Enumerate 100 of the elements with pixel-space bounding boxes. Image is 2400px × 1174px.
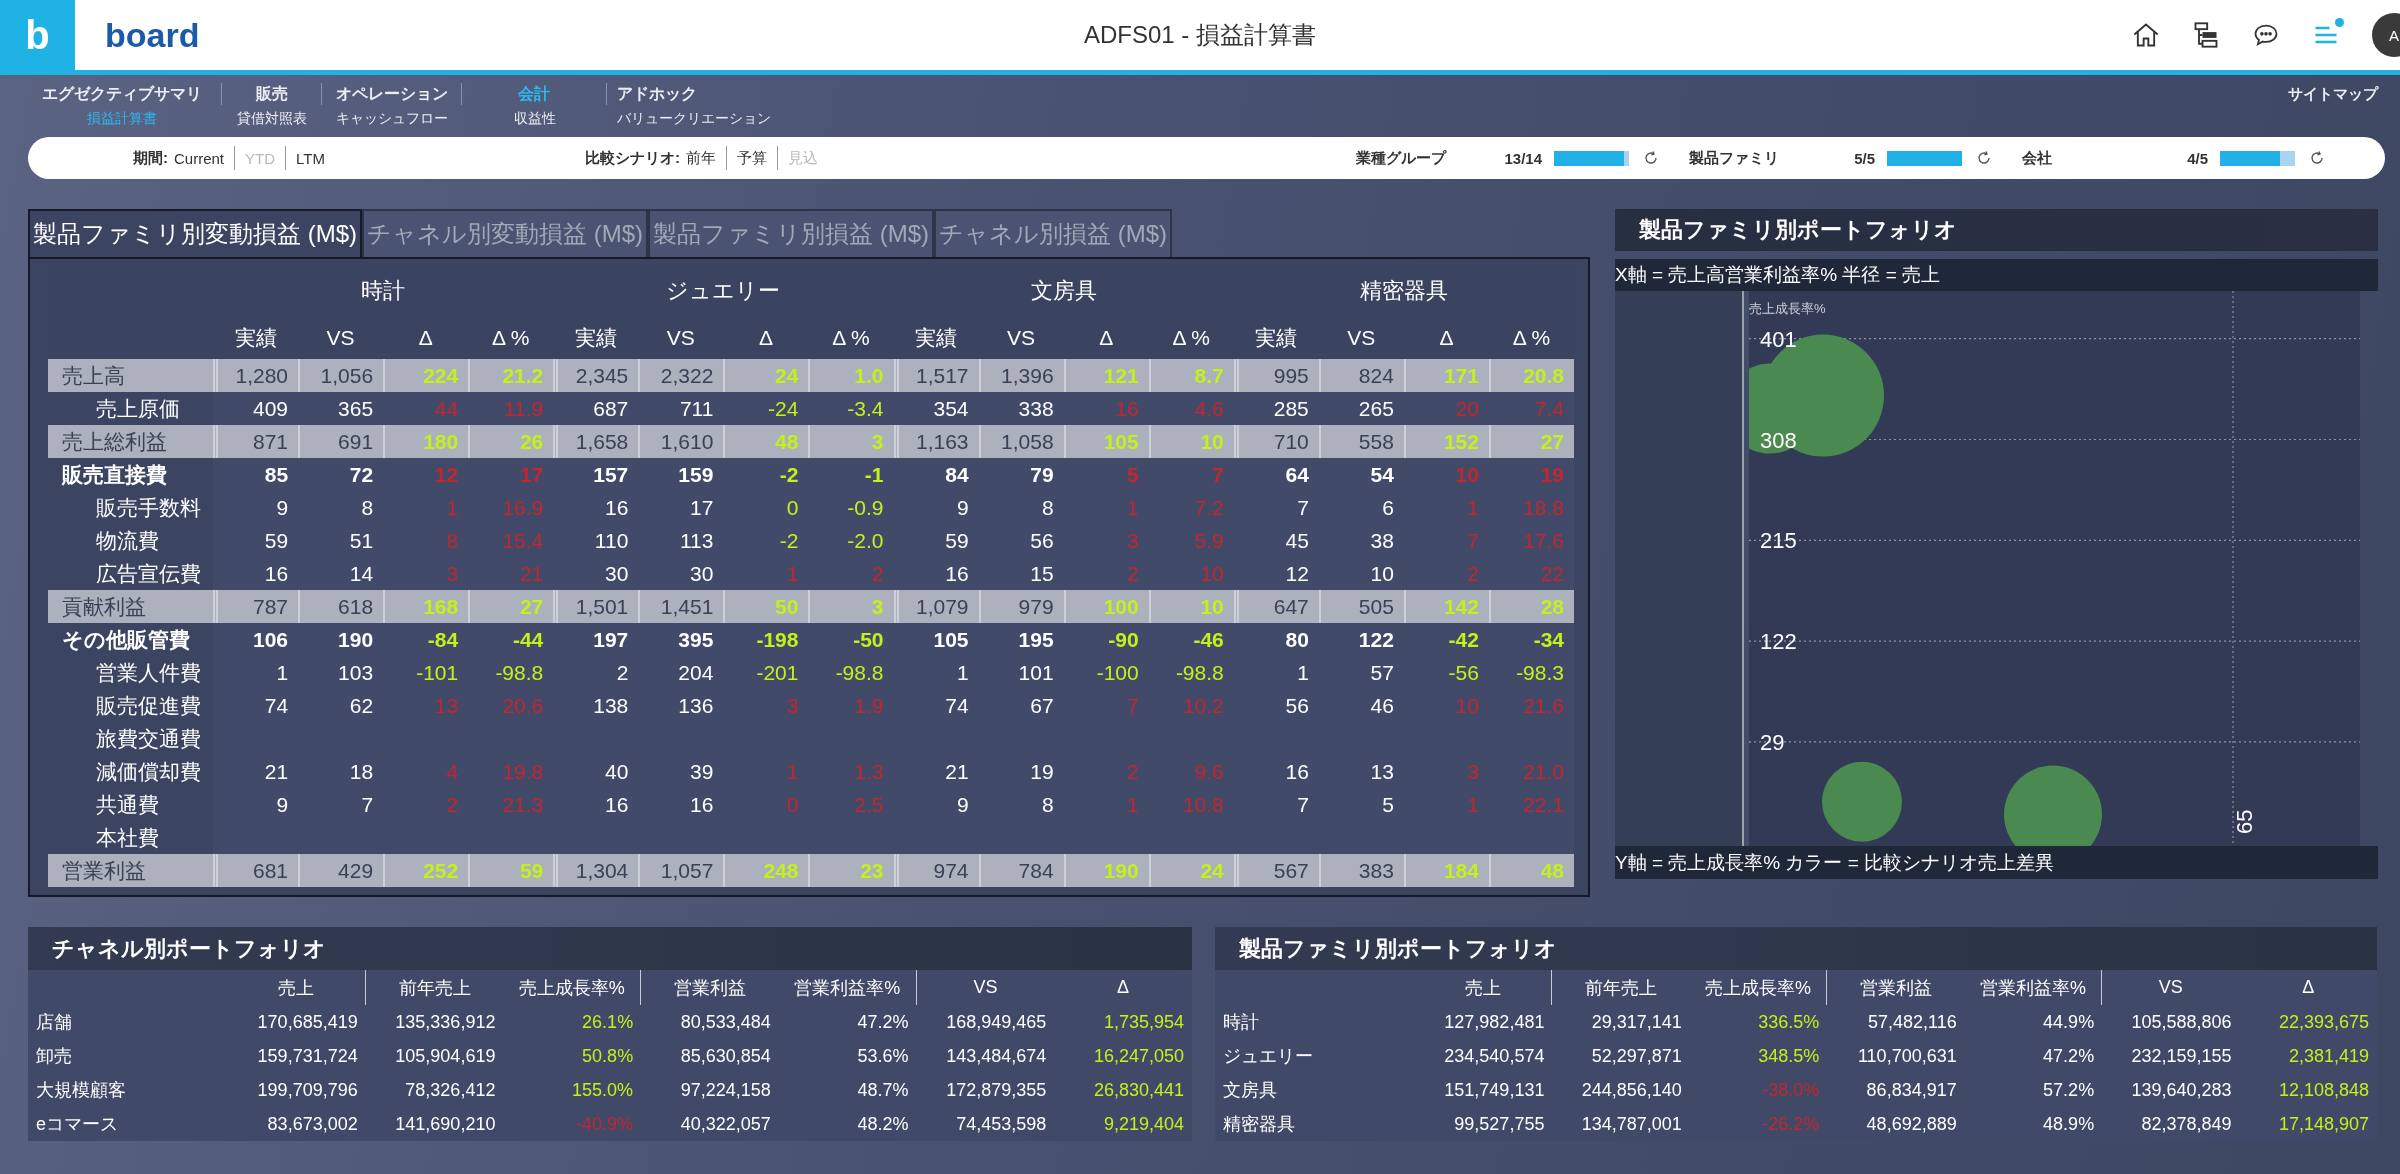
sub-nav-link[interactable]: バリュークリエーション <box>617 109 771 129</box>
table-cell-text: 7.2 <box>1193 495 1225 521</box>
table-cell-text: -2 <box>778 462 800 488</box>
table-cell-text: -198 <box>755 627 800 653</box>
table-cell-text: 395 <box>677 627 715 653</box>
table-cell-text: 17,148,907 <box>2277 1113 2370 1136</box>
table-cell-text: 336.5% <box>1757 1011 1821 1034</box>
column-header: 営業利益 <box>1859 976 1933 1000</box>
table-cell-text: -50 <box>852 627 885 653</box>
column-header: 実績 <box>233 325 278 351</box>
table-cell-text: 19 <box>1029 759 1055 785</box>
sub-nav-link[interactable]: 貸借対照表 <box>237 109 307 129</box>
table-cell-text: 14 <box>348 561 375 587</box>
table-cell-text: 82,378,849 <box>2140 1113 2233 1136</box>
table-cell: 21.2 <box>468 359 554 392</box>
column-header: Δ <box>757 325 774 351</box>
table-cell-text: 22.1 <box>1522 792 1565 818</box>
table-cell: 190 <box>1063 854 1149 887</box>
table-cell-text: -46 <box>1192 627 1225 653</box>
table-cell-text: 135,336,912 <box>394 1011 497 1034</box>
tab[interactable]: 製品ファミリ別変動損益 (M$) <box>28 209 362 257</box>
row-label: 販売直接費 <box>48 458 213 491</box>
table-cell-text: 2.5 <box>853 792 885 818</box>
table-cell-text: 106 <box>252 627 290 653</box>
table-cell-text: 1 <box>1466 495 1480 521</box>
refresh-icon[interactable] <box>1976 150 1992 166</box>
sub-nav-link[interactable]: キャッシュフロー <box>336 109 448 129</box>
table-cell-text: 40 <box>603 759 630 785</box>
table-cell-text: 48.7% <box>856 1079 910 1102</box>
table-cell: 1,501 <box>553 590 639 623</box>
filter-option[interactable]: Current <box>174 149 235 167</box>
table-cell-text: -98.3 <box>1515 660 1565 686</box>
table-cell: 1,163 <box>893 425 979 458</box>
table-cell: 105 <box>1063 425 1149 458</box>
nav-tab[interactable]: エグゼクティブサマリ <box>41 83 202 105</box>
group-header: ジュエリー <box>665 277 782 305</box>
hierarchy-icon[interactable] <box>2192 21 2220 49</box>
table-cell-text: 53.6% <box>856 1045 910 1068</box>
table-cell-text: 15 <box>1029 561 1055 587</box>
filter-option[interactable]: LTM <box>286 149 335 167</box>
filter-label: 期間: <box>133 148 168 168</box>
column-header: Δ % <box>1171 325 1211 351</box>
table-cell-text: 11.9 <box>502 396 545 422</box>
sitemap-link[interactable]: サイトマップ <box>2288 83 2378 105</box>
table-cell-text: 10.8 <box>1181 792 1225 818</box>
table-cell-text: 13 <box>1369 759 1395 785</box>
refresh-icon[interactable] <box>1643 150 1659 166</box>
table-cell-text: 2 <box>870 561 885 587</box>
table-cell: 681 <box>213 854 299 887</box>
nav-tab[interactable]: アドホック <box>617 83 697 105</box>
table-cell-text: 99,527,755 <box>1453 1113 1546 1136</box>
table-cell-text: 1,735,954 <box>1102 1011 1185 1034</box>
tab[interactable]: 製品ファミリ別損益 (M$) <box>648 209 934 257</box>
table-cell-text: 1 <box>1466 792 1480 818</box>
table-cell: 28 <box>1488 590 1574 623</box>
table-cell-text: 74 <box>263 693 290 719</box>
home-icon[interactable] <box>2132 21 2160 49</box>
table-cell-text: 30 <box>603 561 630 587</box>
sub-nav-link[interactable]: 収益性 <box>513 109 556 129</box>
row-label: その他販管費 <box>48 623 213 656</box>
selection-count: 4/5 <box>2186 149 2208 167</box>
table-cell-text: 16 <box>689 792 715 818</box>
table-cell-text: 172,879,355 <box>945 1079 1048 1102</box>
tab[interactable]: チャネル別変動損益 (M$) <box>362 209 648 257</box>
table-cell-text: 67 <box>1029 693 1055 719</box>
table-cell-text: 234,540,574 <box>1443 1045 1546 1068</box>
user-avatar[interactable]: A <box>2372 13 2400 57</box>
table-cell-text: 134,787,001 <box>1580 1113 1683 1136</box>
table-cell: 48 <box>1488 854 1574 887</box>
table-cell-text: 7.4 <box>1533 396 1565 422</box>
nav-tab[interactable]: オペレーション <box>335 83 448 105</box>
table-cell-text: 127,982,481 <box>1443 1011 1546 1034</box>
table-cell-text: -34 <box>1532 627 1565 653</box>
table-cell: 3 <box>808 590 894 623</box>
table-cell-text: 7 <box>1126 693 1140 719</box>
nav-tab[interactable]: 会計 <box>518 83 550 105</box>
table-cell: 383 <box>1318 854 1404 887</box>
table-cell-text: 5 <box>1126 462 1140 488</box>
column-header: VS <box>972 976 999 999</box>
filter-option[interactable]: 前年 <box>686 148 726 168</box>
table-cell-text: 159,731,724 <box>256 1045 359 1068</box>
refresh-icon[interactable] <box>2309 150 2325 166</box>
table-cell-text: 7 <box>1296 792 1310 818</box>
nav-tab[interactable]: 販売 <box>255 83 288 105</box>
table-cell-text: 79 <box>1029 462 1055 488</box>
tab[interactable]: チャネル別損益 (M$) <box>934 209 1172 257</box>
row-label: ジュエリー <box>1222 1045 1314 1068</box>
row-label: 文房具 <box>1222 1079 1278 1102</box>
column-header: 売上 <box>1415 970 1553 1005</box>
column-header: 前年売上 <box>1584 976 1659 1000</box>
table-cell-text: -24 <box>767 396 800 422</box>
table-cell: 2,345 <box>553 359 639 392</box>
panel-title: 製品ファミリ別ポートフォリオ <box>1615 209 2378 251</box>
filter-option[interactable]: 予算 <box>727 148 777 168</box>
table-cell-text: 40,322,057 <box>679 1113 772 1136</box>
row-label: 共通費 <box>48 788 213 821</box>
table-cell-text: 10 <box>1454 693 1480 719</box>
table-cell-text: 159 <box>677 462 715 488</box>
axis-tick-label: 215 <box>1760 528 1797 554</box>
table-cell-text: 48.2% <box>856 1113 910 1136</box>
